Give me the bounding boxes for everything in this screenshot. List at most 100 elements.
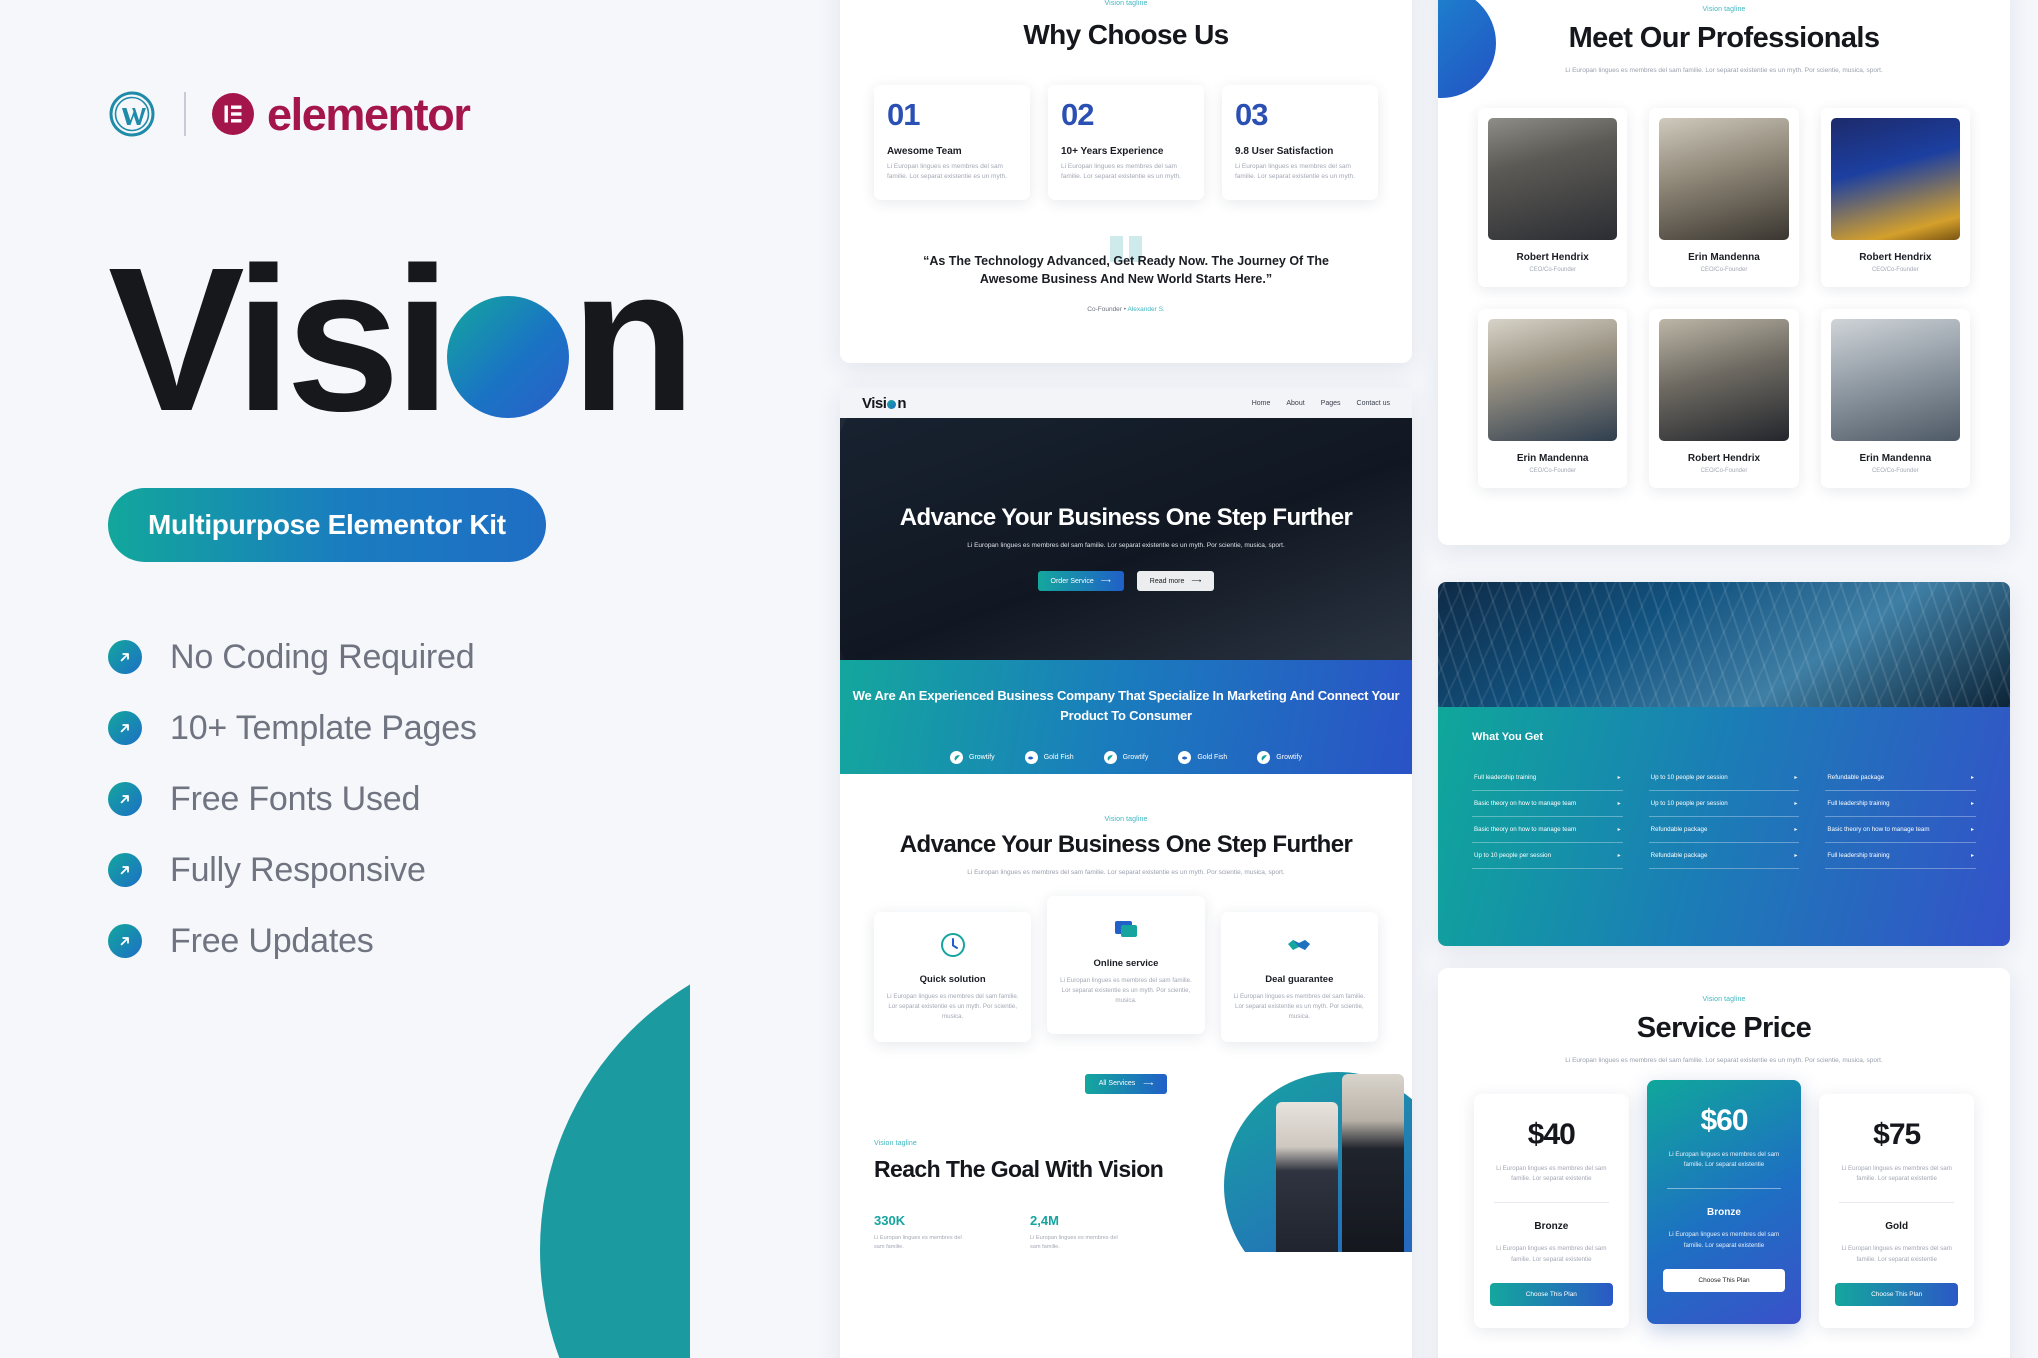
service-title: Deal guarantee: [1265, 974, 1334, 985]
read-more-button[interactable]: Read more ⟶: [1136, 571, 1215, 591]
team-member-name: Robert Hendrix: [1687, 453, 1761, 464]
logo-lockup: elementor: [108, 86, 690, 142]
pricing-card-featured[interactable]: $60 Li Europan lingues es membres del sa…: [1646, 1080, 1802, 1324]
nav-item-pages[interactable]: Pages: [1321, 400, 1341, 407]
team-card[interactable]: Robert Hendrix CEO/Co-Founder: [1478, 108, 1628, 287]
pricing-card[interactable]: $40 Li Europan lingues es membres del sa…: [1474, 1094, 1629, 1328]
page-title-prefix: Visi: [108, 224, 451, 454]
service-card[interactable]: Deal guarantee Li Europan lingues es mem…: [1220, 912, 1378, 1042]
why-card-desc: Li Europan lingues es membres del sam fa…: [1235, 163, 1355, 181]
why-card[interactable]: 01 Awesome Team Li Europan lingues es me…: [874, 85, 1030, 201]
hero-buttons: Order Service ⟶ Read more ⟶: [840, 571, 1412, 591]
why-card[interactable]: 02 10+ Years Experience Li Europan lingu…: [1048, 85, 1204, 201]
feature-item: 10+ Template Pages: [108, 705, 690, 751]
avatar: [1659, 118, 1789, 240]
hero-title: Advance Your Business One Step Further: [899, 504, 1353, 531]
team-card[interactable]: Erin Mandenna CEO/Co-Founder: [1478, 309, 1628, 488]
brand-item: Growtify: [1103, 751, 1149, 764]
service-desc: Li Europan lingues es membres del sam fa…: [1233, 993, 1366, 1020]
choose-plan-button[interactable]: Choose This Plan: [1662, 1268, 1786, 1292]
all-services-label: All Services: [1098, 1080, 1136, 1088]
service-title: Online service: [1093, 958, 1159, 969]
team-card[interactable]: Erin Mandenna CEO/Co-Founder: [1820, 309, 1970, 488]
price-amount: $60: [1700, 1104, 1748, 1137]
feature-label: No Coding Required: [170, 637, 475, 676]
chevron-right-icon: ▸: [1970, 775, 1974, 781]
pricing-title: Service Price: [1636, 1012, 1812, 1044]
chevron-right-icon: ▸: [1970, 827, 1974, 833]
order-service-label: Order Service: [1050, 577, 1094, 585]
arrow-right-icon: ⟶: [1100, 578, 1111, 585]
clock-icon: [938, 930, 968, 960]
wordpress-icon: [108, 90, 156, 138]
pricing-subtitle: Li Europan lingues es membres del sam fa…: [1565, 1057, 1883, 1064]
site-logo[interactable]: Visi n: [862, 395, 907, 412]
feature-item: Free Updates: [108, 918, 690, 964]
list-item[interactable]: Up to 10 people per session ▸: [1472, 843, 1623, 869]
kit-badge: Multipurpose Elementor Kit: [108, 488, 546, 562]
person-figure: [1342, 1073, 1404, 1252]
list-item[interactable]: Basic theory on how to manage team ▸: [1472, 791, 1623, 817]
list-item[interactable]: Basic theory on how to manage team ▸: [1825, 817, 1976, 843]
list-item[interactable]: Full leadership training ▸: [1472, 765, 1623, 791]
chevron-right-icon: ▸: [1794, 853, 1798, 859]
list-item[interactable]: Refundable package ▸: [1648, 817, 1800, 843]
list-item[interactable]: Basic theory on how to manage team ▸: [1472, 817, 1623, 843]
what-you-get-panel: What You Get Full leadership training ▸ U…: [1438, 582, 2010, 946]
chevron-right-icon: ▸: [1970, 853, 1974, 859]
chevron-right-icon: ▸: [1970, 801, 1974, 807]
avatar: [1488, 118, 1618, 240]
logo-dot-icon: [887, 400, 897, 409]
leaf-icon: [1257, 751, 1271, 764]
pricing-card[interactable]: $75 Li Europan lingues es membres del sa…: [1819, 1094, 1975, 1328]
service-desc: Li Europan lingues es membres del sam fa…: [886, 993, 1019, 1020]
chevron-right-icon: ▸: [1794, 801, 1798, 807]
quote-author: Alexander S.: [1127, 306, 1165, 314]
services-subtitle: Li Europan lingues es membres del sam fa…: [967, 869, 1285, 876]
choose-plan-button[interactable]: Choose This Plan: [1835, 1282, 1959, 1306]
stat-item: 2,4M Li Europan lingues es membres del s…: [1030, 1213, 1122, 1252]
gradient-circle-o-icon: [446, 296, 569, 418]
site-navbar: Visi n Home About Pages Contact us: [840, 388, 1412, 418]
nav-item-about[interactable]: About: [1286, 400, 1304, 407]
page-title: Visi n: [108, 224, 690, 454]
list-item[interactable]: Full leadership training ▸: [1825, 843, 1976, 869]
arrow-up-right-icon: [108, 711, 142, 745]
stat-number: 330K: [874, 1212, 906, 1228]
testimonial: “As The Technology Advanced, Get Ready N…: [874, 236, 1378, 314]
team-member-role: CEO/Co-Founder: [1700, 468, 1748, 474]
team-card[interactable]: Robert Hendrix CEO/Co-Founder: [1649, 309, 1799, 488]
elementor-icon: [212, 93, 254, 135]
leaf-icon: [1103, 751, 1117, 764]
service-card[interactable]: Online service Li Europan lingues es mem…: [1047, 896, 1205, 1034]
why-card[interactable]: 03 9.8 User Satisfaction Li Europan ling…: [1222, 85, 1378, 201]
list-item-label: Refundable package: [1827, 774, 1885, 781]
list-item[interactable]: Up to 10 people per session ▸: [1648, 791, 1800, 817]
all-services-button[interactable]: All Services ⟶: [1084, 1073, 1168, 1094]
feature-item: No Coding Required: [108, 634, 690, 680]
list-item[interactable]: Up to 10 people per session ▸: [1648, 765, 1800, 791]
nav-item-contact[interactable]: Contact us: [1357, 400, 1390, 407]
why-card-title: 10+ Years Experience: [1061, 146, 1164, 157]
team-card[interactable]: Robert Hendrix CEO/Co-Founder: [1820, 108, 1970, 287]
why-card-title: Awesome Team: [887, 146, 962, 157]
team-card[interactable]: Erin Mandenna CEO/Co-Founder: [1649, 108, 1799, 287]
brand-label: Growtify: [1122, 754, 1149, 761]
brand-item: Growtify: [1257, 751, 1302, 764]
value-band: We Are An Experienced Business Company T…: [840, 660, 1412, 774]
list-item[interactable]: Full leadership training ▸: [1825, 791, 1976, 817]
arrow-up-right-icon: [108, 782, 142, 816]
order-service-button[interactable]: Order Service ⟶: [1037, 571, 1124, 591]
brand-label: Gold Fish: [1197, 754, 1228, 761]
choose-plan-button[interactable]: Choose This Plan: [1490, 1282, 1613, 1306]
brand-logos: Growtify Gold Fish Growtify Gold Fish Gr…: [840, 751, 1412, 764]
price-tier: Gold: [1885, 1221, 1909, 1233]
list-item[interactable]: Refundable package ▸: [1648, 843, 1800, 869]
list-item[interactable]: Refundable package ▸: [1825, 765, 1976, 791]
fish-icon: [1178, 751, 1192, 764]
service-desc: Li Europan lingues es membres del sam fa…: [1060, 977, 1192, 1004]
avatar: [1659, 319, 1789, 441]
nav-item-home[interactable]: Home: [1252, 400, 1271, 407]
band-title: We Are An Experienced Business Company T…: [852, 688, 1400, 723]
service-card[interactable]: Quick solution Li Europan lingues es mem…: [874, 912, 1032, 1042]
